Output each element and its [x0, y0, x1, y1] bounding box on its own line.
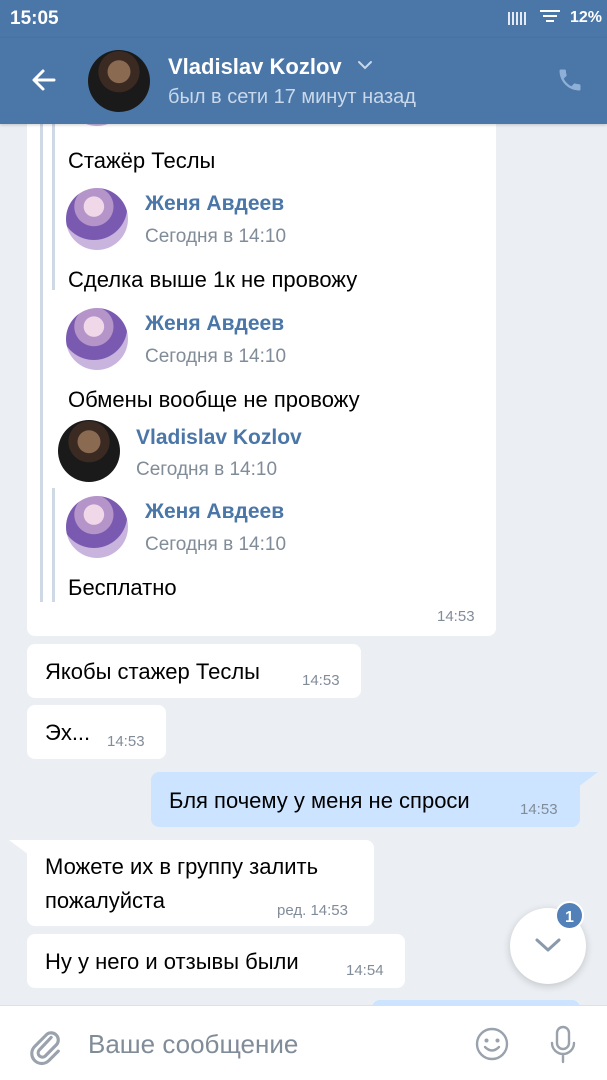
message-date: Сегодня в 14:10: [145, 226, 287, 247]
message-input-bar: [0, 1005, 607, 1080]
bubble-tail: [574, 772, 598, 790]
message-list[interactable]: Стажёр Теслы Женя Авдеев Сегодня в 14:10…: [0, 124, 607, 1005]
paperclip-icon[interactable]: [26, 1026, 62, 1066]
avatar[interactable]: [66, 308, 128, 370]
message-text: Якобы стажер Теслы: [45, 659, 260, 684]
forward-bar: [52, 124, 55, 290]
status-time: 15:05: [10, 8, 59, 29]
back-arrow-icon[interactable]: [28, 64, 60, 96]
message-text: Ну у него и отзывы были: [45, 949, 299, 974]
author-name[interactable]: Vladislav Kozlov: [136, 426, 302, 450]
message-text: Можете их в группу залить: [45, 854, 319, 879]
message-text: Бля почему у меня не спроси: [169, 788, 470, 813]
message-text: Сделка выше 1к не провожу: [68, 267, 358, 292]
status-bar: 15:05 12%: [0, 0, 607, 38]
message-date: Сегодня в 14:10: [145, 534, 287, 555]
message-time: 14:53: [107, 733, 145, 750]
battery-level: 12%: [570, 9, 603, 26]
microphone-icon[interactable]: [548, 1024, 578, 1066]
contact-avatar[interactable]: [88, 50, 150, 112]
avatar[interactable]: [66, 496, 128, 558]
signal-icon: [508, 12, 532, 25]
message-text: Эх...: [45, 720, 91, 745]
forward-bar: [40, 124, 43, 602]
message-text: пожалуйста: [45, 888, 166, 913]
forward-bar: [52, 488, 55, 602]
chevron-down-icon: [535, 938, 561, 952]
message-time: 14:54: [346, 962, 384, 979]
emoji-icon[interactable]: [474, 1026, 510, 1062]
avatar[interactable]: [58, 420, 120, 482]
message-date: Сегодня в 14:10: [145, 346, 287, 367]
author-name[interactable]: Женя Авдеев: [145, 192, 284, 216]
message-date: Сегодня в 14:10: [136, 459, 278, 480]
contact-name[interactable]: Vladislav Kozlov: [168, 54, 342, 80]
message-text: Бесплатно: [68, 575, 177, 600]
message-text: Обмены вообще не провожу: [68, 387, 360, 412]
message-time: 14:53: [520, 801, 558, 818]
wifi-icon: [540, 10, 560, 26]
chat-header: Vladislav Kozlov был в сети 17 минут наз…: [0, 38, 607, 124]
chevron-down-icon[interactable]: [357, 60, 373, 70]
message-input[interactable]: [88, 1024, 448, 1064]
author-name[interactable]: Женя Авдеев: [145, 500, 284, 524]
message-time: 14:53: [302, 672, 340, 689]
bubble-tail: [9, 840, 33, 858]
unread-badge: 1: [555, 901, 584, 930]
message-time: 14:53: [437, 608, 475, 625]
contact-status: был в сети 17 минут назад: [168, 86, 416, 108]
avatar[interactable]: [66, 188, 128, 250]
phone-icon[interactable]: [556, 66, 584, 94]
message-text: Стажёр Теслы: [68, 148, 216, 173]
message-time: ред. 14:53: [277, 902, 348, 919]
author-name[interactable]: Женя Авдеев: [145, 312, 284, 336]
